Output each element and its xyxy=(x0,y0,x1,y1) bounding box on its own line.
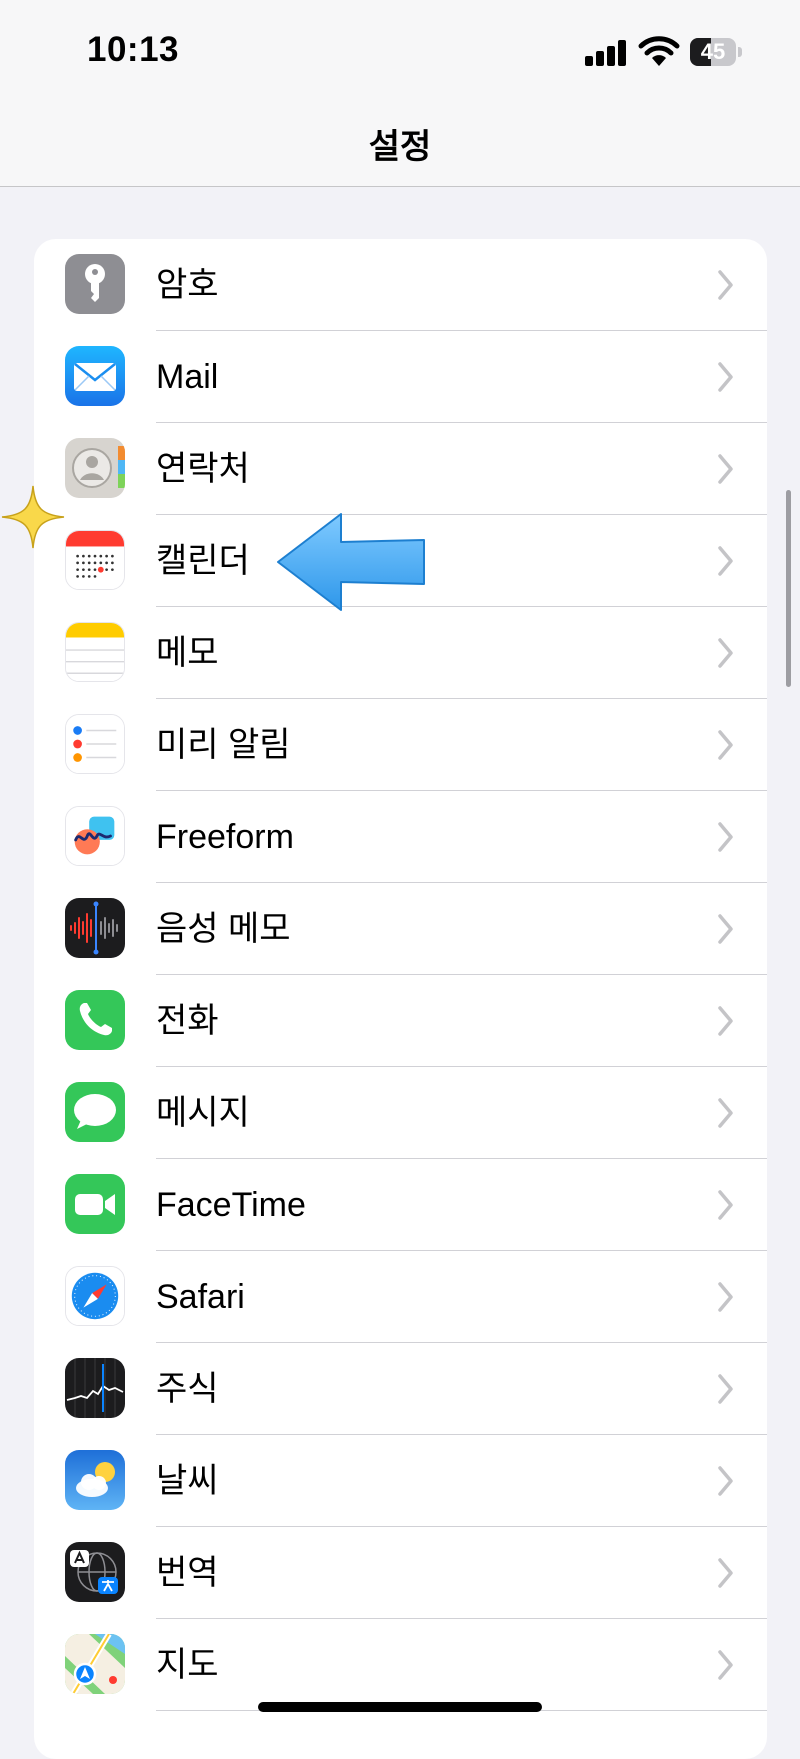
settings-row-label: Mail xyxy=(156,358,219,396)
chevron-right-icon xyxy=(718,638,733,668)
chevron-right-icon xyxy=(718,1006,733,1036)
chevron-right-icon xyxy=(718,454,733,484)
settings-row-notes[interactable]: 메모 xyxy=(34,607,767,699)
calendar-icon xyxy=(65,530,125,590)
status-time: 10:13 xyxy=(87,30,180,69)
settings-row-voice-memos[interactable]: 음성 메모 xyxy=(34,883,767,975)
settings-row-stocks[interactable]: 주식 xyxy=(34,1343,767,1435)
settings-row-label: 메모 xyxy=(156,634,219,672)
settings-row-weather[interactable]: 날씨 xyxy=(34,1435,767,1527)
settings-row-label: 주식 xyxy=(156,1370,219,1408)
settings-row-label: Safari xyxy=(156,1278,245,1316)
settings-row-mail[interactable]: Mail xyxy=(34,331,767,423)
settings-row-label: 메시지 xyxy=(156,1094,250,1132)
notes-icon xyxy=(65,622,125,682)
settings-row-label: Freeform xyxy=(156,818,294,856)
scroll-indicator[interactable] xyxy=(786,490,791,687)
chevron-right-icon xyxy=(718,270,733,300)
settings-row-label: 미리 알림 xyxy=(156,726,291,764)
navigation-bar: 설정 xyxy=(0,105,800,187)
chevron-right-icon xyxy=(718,1374,733,1404)
settings-row-label: 지도 xyxy=(156,1646,219,1684)
settings-row-translate[interactable]: 번역 xyxy=(34,1527,767,1619)
settings-row-facetime[interactable]: FaceTime xyxy=(34,1159,767,1251)
settings-row-maps[interactable]: 지도 xyxy=(34,1619,767,1711)
settings-row-messages[interactable]: 메시지 xyxy=(34,1067,767,1159)
cellular-signal-icon xyxy=(585,40,629,66)
settings-row-freeform[interactable]: Freeform xyxy=(34,791,767,883)
home-indicator[interactable] xyxy=(258,1702,542,1712)
settings-row-safari[interactable]: Safari xyxy=(34,1251,767,1343)
settings-row-label: FaceTime xyxy=(156,1186,306,1224)
maps-icon xyxy=(65,1634,125,1694)
weather-icon xyxy=(65,1450,125,1510)
mail-icon xyxy=(65,346,125,406)
wifi-icon xyxy=(638,36,680,68)
chevron-right-icon xyxy=(718,1558,733,1588)
chevron-right-icon xyxy=(718,1466,733,1496)
settings-row-label: 암호 xyxy=(156,266,219,304)
settings-row-label: 전화 xyxy=(156,1002,219,1040)
chevron-right-icon xyxy=(718,730,733,760)
blue-arrow-icon xyxy=(277,513,425,611)
chevron-right-icon xyxy=(718,914,733,944)
chevron-right-icon xyxy=(718,1098,733,1128)
contacts-icon xyxy=(65,438,125,498)
voice-memos-icon xyxy=(65,898,125,958)
key-icon xyxy=(65,254,125,314)
messages-icon xyxy=(65,1082,125,1142)
settings-row-reminders[interactable]: 미리 알림 xyxy=(34,699,767,791)
stocks-icon xyxy=(65,1358,125,1418)
facetime-icon xyxy=(65,1174,125,1234)
status-bar: 10:13 45 xyxy=(0,0,800,105)
chevron-right-icon xyxy=(718,1282,733,1312)
battery-level: 45 xyxy=(700,39,726,64)
phone-icon xyxy=(65,990,125,1050)
chevron-right-icon xyxy=(718,362,733,392)
chevron-right-icon xyxy=(718,546,733,576)
settings-row-label: 음성 메모 xyxy=(156,910,291,948)
sparkle-icon xyxy=(1,485,65,549)
settings-row-passwords[interactable]: 암호 xyxy=(34,239,767,331)
settings-list: 암호 Mail 연락처 캘린더 메모 미리 알림 Freeform 음성 메모 … xyxy=(34,239,767,1759)
settings-row-phone[interactable]: 전화 xyxy=(34,975,767,1067)
safari-icon xyxy=(65,1266,125,1326)
settings-row-contacts[interactable]: 연락처 xyxy=(34,423,767,515)
battery-icon: 45 xyxy=(690,38,742,66)
freeform-icon xyxy=(65,806,125,866)
chevron-right-icon xyxy=(718,1190,733,1220)
chevron-right-icon xyxy=(718,822,733,852)
settings-row-label: 연락처 xyxy=(156,450,250,488)
chevron-right-icon xyxy=(718,1650,733,1680)
settings-row-label: 날씨 xyxy=(156,1462,219,1500)
translate-icon xyxy=(65,1542,125,1602)
settings-row-label: 캘린더 xyxy=(156,542,250,580)
page-title: 설정 xyxy=(368,128,432,166)
reminders-icon xyxy=(65,714,125,774)
settings-row-label: 번역 xyxy=(156,1554,219,1592)
